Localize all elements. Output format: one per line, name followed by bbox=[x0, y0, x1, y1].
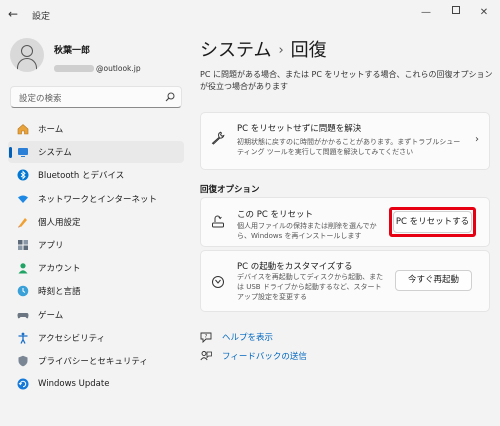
user-email: @outlook.jp bbox=[96, 64, 141, 73]
sidebar-item-label: ゲーム bbox=[38, 310, 64, 321]
maximize-icon[interactable] bbox=[448, 5, 464, 21]
card-description: 個人用ファイルの保持または削除を選んでから、Windows を再インストールしま… bbox=[237, 222, 377, 240]
sidebar-item-label: 個人用設定 bbox=[38, 217, 81, 228]
avatar bbox=[10, 38, 44, 72]
sidebar-item-label: Windows Update bbox=[38, 379, 110, 390]
sidebar-item-gaming[interactable]: ゲーム bbox=[8, 304, 184, 326]
card-title: PC の起動をカスタマイズする bbox=[237, 262, 353, 272]
network-icon bbox=[18, 195, 28, 203]
sidebar-item-label: アカウント bbox=[38, 264, 81, 275]
sidebar-item-label: ネットワークとインターネット bbox=[38, 194, 158, 205]
advanced-startup-icon bbox=[212, 276, 224, 288]
email-redacted bbox=[54, 65, 94, 72]
sidebar-item-personalization[interactable]: 個人用設定 bbox=[8, 211, 184, 233]
user-name: 秋葉一郎 bbox=[54, 46, 91, 56]
sidebar-item-privacy-security[interactable]: プライバシーとセキュリティ bbox=[8, 350, 184, 372]
personalization-icon bbox=[18, 217, 27, 228]
minimize-icon[interactable]: — bbox=[418, 5, 434, 21]
search-input[interactable]: 設定の検索 bbox=[10, 86, 182, 108]
card-description: デバイスを再起動してディスクから起動、または USB ドライブから起動するなど、… bbox=[237, 273, 384, 301]
card-title: PC をリセットせずに問題を解決 bbox=[237, 124, 362, 134]
bluetooth-icon bbox=[17, 169, 29, 181]
sidebar-item-label: Bluetooth とデバイス bbox=[38, 171, 125, 182]
gaming-icon bbox=[17, 312, 29, 318]
user-email-row: @outlook.jp bbox=[54, 58, 141, 73]
accessibility-icon bbox=[18, 332, 28, 344]
link-label: フィードバックの送信 bbox=[222, 352, 307, 362]
sidebar-item-label: プライバシーとセキュリティ bbox=[38, 356, 148, 367]
breadcrumb-separator: › bbox=[278, 43, 284, 58]
sidebar-item-label: システム bbox=[38, 148, 72, 159]
sidebar-item-bluetooth[interactable]: Bluetooth とデバイス bbox=[8, 164, 184, 186]
sidebar-item-label: 時刻と言語 bbox=[38, 287, 81, 298]
apps-icon bbox=[18, 240, 28, 251]
wrench-icon bbox=[211, 131, 225, 145]
sidebar-item-label: ホーム bbox=[38, 125, 64, 136]
sidebar-item-network[interactable]: ネットワークとインターネット bbox=[8, 188, 184, 210]
system-icon bbox=[18, 148, 28, 158]
sidebar-item-time-language[interactable]: 時刻と言語 bbox=[8, 280, 184, 302]
close-icon[interactable]: ✕ bbox=[476, 5, 492, 21]
sidebar-item-windows-update[interactable]: Windows Update bbox=[8, 373, 184, 395]
breadcrumb-current: 回復 bbox=[290, 40, 327, 61]
reset-pc-icon bbox=[212, 215, 224, 228]
accounts-icon bbox=[18, 263, 28, 274]
page-title: システム › 回復 bbox=[200, 36, 327, 62]
privacy-shield-icon bbox=[18, 355, 28, 367]
highlight-box bbox=[389, 207, 476, 237]
sidebar-item-apps[interactable]: アプリ bbox=[8, 234, 184, 256]
page-description: PC に問題がある場合、または PC をリセットする場合、これらの回復オプション… bbox=[200, 70, 493, 91]
card-description: 初期状態に戻すのに時間がかかることがあります。まずトラブルシューティング ツール… bbox=[237, 138, 461, 156]
home-icon bbox=[17, 124, 29, 135]
sidebar-nav: ホーム システム Bluetooth とデバイス ネットワークとインターネット … bbox=[8, 118, 184, 396]
section-heading-recovery-options: 回復オプション bbox=[200, 185, 260, 195]
title-bar: ← 設定 — ✕ bbox=[0, 0, 500, 30]
sidebar-item-accessibility[interactable]: アクセシビリティ bbox=[8, 327, 184, 349]
sidebar-item-system[interactable]: システム bbox=[8, 141, 184, 164]
time-language-icon bbox=[17, 286, 29, 297]
help-icon: ? bbox=[200, 332, 212, 343]
search-placeholder: 設定の検索 bbox=[19, 94, 62, 104]
get-help-link[interactable]: ? ヘルプを表示 bbox=[200, 330, 273, 344]
send-feedback-link[interactable]: フィードバックの送信 bbox=[200, 349, 307, 363]
card-title: この PC をリセット bbox=[237, 210, 313, 220]
svg-text:?: ? bbox=[205, 334, 208, 340]
restart-now-button[interactable]: 今すぐ再起動 bbox=[395, 270, 472, 291]
window-title: 設定 bbox=[32, 12, 51, 22]
breadcrumb-parent[interactable]: システム bbox=[200, 40, 271, 61]
sidebar-item-label: アクセシビリティ bbox=[38, 333, 106, 344]
windows-update-icon bbox=[17, 378, 29, 390]
chevron-right-icon: › bbox=[475, 134, 479, 145]
fix-without-reset-card[interactable]: PC をリセットせずに問題を解決 初期状態に戻すのに時間がかかることがあります。… bbox=[200, 112, 490, 170]
user-profile[interactable]: 秋葉一郎 @outlook.jp bbox=[10, 38, 180, 74]
sidebar-item-accounts[interactable]: アカウント bbox=[8, 257, 184, 279]
sidebar-item-label: アプリ bbox=[38, 241, 64, 252]
link-label: ヘルプを表示 bbox=[222, 333, 274, 343]
back-arrow-icon[interactable]: ← bbox=[8, 7, 18, 21]
feedback-icon bbox=[200, 351, 212, 361]
sidebar-item-home[interactable]: ホーム bbox=[8, 118, 184, 140]
search-icon bbox=[165, 92, 175, 102]
